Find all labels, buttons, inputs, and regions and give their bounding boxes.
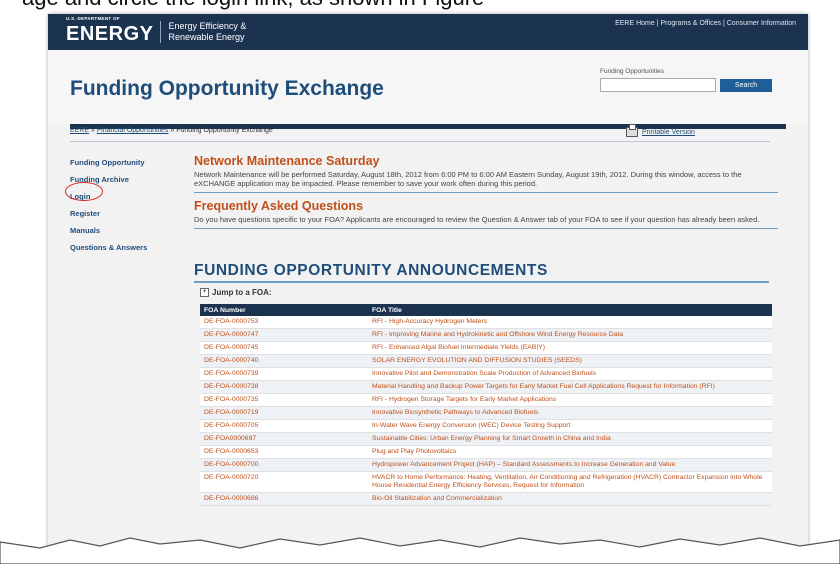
table-header-row: FOA Number FOA Title (200, 304, 772, 316)
table-row: DE-FOA0000697 Sustainable Cities: Urban E… (200, 432, 772, 446)
foa-title-link[interactable]: Material Handling and Backup Power Targe… (368, 380, 772, 394)
eere-wordmark: Energy Efficiency & Renewable Energy (168, 21, 246, 43)
foa-number-link[interactable]: DE-FOA-0000686 (200, 492, 368, 506)
faq-title: Frequently Asked Questions (194, 199, 364, 213)
foa-number-link[interactable]: DE-FOA-0000719 (200, 406, 368, 420)
col-foa-number: FOA Number (200, 304, 368, 316)
table-row: DE-FOA-0000745 RFI - Enhanced Algal Biofu… (200, 341, 772, 355)
foa-title-link[interactable]: RFI - Enhanced Algal Biofuel Intermediat… (368, 341, 772, 355)
foa-title-link[interactable]: Sustainable Cities: Urban Energy Plannin… (368, 432, 772, 446)
table-row: DE-FOA-0000700 Hydropower Advancement Pro… (200, 458, 772, 472)
foa-number-link[interactable]: DE-FOA-0000739 (200, 367, 368, 381)
foa-title-link[interactable]: In-Water Wave Energy Conversion (WEC) De… (368, 419, 772, 433)
breadcrumb: EERE » Financial Opportunities » Funding… (70, 127, 273, 134)
sidebar-item-register[interactable]: Register (70, 205, 180, 222)
search-label: Funding Opportunities (600, 68, 664, 75)
foa-title-link[interactable]: RFI - High-Accuracy Hydrogen Meters (368, 316, 772, 329)
foa-title-link[interactable]: RFI - Improving Marine and Hydrokinetic … (368, 328, 772, 342)
foa-number-link[interactable]: DE-FOA-0000720 (200, 471, 368, 493)
header-bar: U.S. DEPARTMENT OF ENERGY Energy Efficie… (48, 14, 808, 50)
logo-main-text: ENERGY (66, 22, 154, 45)
jump-label: Jump to a FOA: (212, 288, 272, 297)
breadcrumb-sep: » (89, 127, 97, 134)
top-links[interactable]: EERE Home | Programs & Offices | Consume… (615, 20, 796, 27)
jump-to-foa[interactable]: + Jump to a FOA: (200, 288, 272, 297)
foa-heading: FUNDING OPPORTUNITY ANNOUNCEMENTS (194, 262, 548, 279)
foa-number-link[interactable]: DE-FOA-0000745 (200, 341, 368, 355)
col-foa-title: FOA Title (368, 304, 772, 316)
top-links-text[interactable]: EERE Home | Programs & Offices | Consume… (615, 20, 796, 27)
printable-version-link[interactable]: Printable Version (626, 124, 695, 137)
caption-label: age and circle the login link, as shown … (22, 0, 484, 10)
doe-logo[interactable]: U.S. DEPARTMENT OF ENERGY Energy Efficie… (66, 15, 246, 46)
table-row: DE-FOA-0000739 Innovative Pilot and Demon… (200, 367, 772, 381)
notice-title: Network Maintenance Saturday (194, 154, 380, 168)
sidebar-item-funding-opportunity[interactable]: Funding Opportunity (70, 154, 180, 171)
notice-text: Network Maintenance will be performed Sa… (194, 170, 742, 188)
faq-text: Do you have questions specific to your F… (194, 215, 760, 224)
breadcrumb-current: Funding Opportunity Exchange (176, 127, 273, 134)
logo-sub2: Renewable Energy (168, 32, 245, 42)
breadcrumb-financial-link[interactable]: Financial Opportunities (97, 127, 169, 134)
page-title: Funding Opportunity Exchange (70, 77, 384, 100)
printer-icon (626, 124, 638, 137)
sidebar: Funding Opportunity Funding Archive Logi… (65, 154, 180, 256)
foa-title-link[interactable]: RFI - Hydrogen Storage Targets for Early… (368, 393, 772, 407)
foa-title-link[interactable]: Bio-Oil Stabilization and Commercializat… (368, 492, 772, 506)
notice-rule (194, 192, 778, 193)
table-row: DE-FOA-0000653 Plug and Play Photovoltaic… (200, 445, 772, 459)
foa-number-link[interactable]: DE-FOA-0000747 (200, 328, 368, 342)
energy-wordmark: U.S. DEPARTMENT OF ENERGY (66, 15, 154, 46)
foa-number-link[interactable]: DE-FOA-0000753 (200, 316, 368, 329)
table-row: DE-FOA-0000747 RFI - Improving Marine and… (200, 328, 772, 342)
foa-number-link[interactable]: DE-FOA-0000738 (200, 380, 368, 394)
foa-title-link[interactable]: HVACR to Home Performance: Heating, Vent… (368, 471, 772, 493)
main-content: Network Maintenance Saturday Network Mai… (194, 154, 778, 235)
foa-table: FOA Number FOA Title DE-FOA-0000753 RFI -… (200, 304, 772, 506)
foa-title-link[interactable]: Plug and Play Photovoltaics (368, 445, 772, 459)
logo-sub1: Energy Efficiency & (168, 21, 247, 31)
sidebar-item-questions-answers[interactable]: Questions & Answers (70, 239, 180, 256)
logo-divider (160, 21, 162, 43)
table-row: DE-FOA-0000686 Bio-Oil Stabilization and … (200, 492, 772, 506)
torn-edge (0, 537, 840, 564)
foa-rule (194, 281, 769, 283)
search-input[interactable] (600, 78, 716, 92)
foa-title-link[interactable]: Innovative Biosynthetic Pathways to Adva… (368, 406, 772, 420)
expand-icon[interactable]: + (200, 288, 209, 297)
foa-title-link[interactable]: SOLAR ENERGY EVOLUTION AND DIFFUSION STU… (368, 354, 772, 368)
browser-page: U.S. DEPARTMENT OF ENERGY Energy Efficie… (48, 14, 808, 554)
table-row: DE-FOA-0000735 RFI - Hydrogen Storage Tar… (200, 393, 772, 407)
foa-number-link[interactable]: DE-FOA-0000700 (200, 458, 368, 472)
foa-title-link[interactable]: Hydropower Advancement Project (HAP) – S… (368, 458, 772, 472)
table-row: DE-FOA-0000705 In-Water Wave Energy Conve… (200, 419, 772, 433)
foa-number-link[interactable]: DE-FOA-0000735 (200, 393, 368, 407)
breadcrumb-eere-link[interactable]: EERE (70, 127, 89, 134)
table-row: DE-FOA-0000753 RFI - High-Accuracy Hydrog… (200, 316, 772, 329)
table-row: DE-FOA-0000740 SOLAR ENERGY EVOLUTION AND… (200, 354, 772, 368)
title-area: Funding Opportunity Exchange Funding Opp… (48, 50, 808, 124)
table-row: DE-FOA-0000720 HVACR to Home Performance:… (200, 471, 772, 493)
table-row: DE-FOA-0000738 Material Handling and Back… (200, 380, 772, 394)
table-row: DE-FOA-0000719 Innovative Biosynthetic Pa… (200, 406, 772, 420)
foa-title-link[interactable]: Innovative Pilot and Demonstration Scale… (368, 367, 772, 381)
faq-rule (194, 228, 778, 229)
printable-label[interactable]: Printable Version (642, 129, 695, 136)
foa-number-link[interactable]: DE-FOA-0000705 (200, 419, 368, 433)
foa-number-link[interactable]: DE-FOA-0000740 (200, 354, 368, 368)
foa-number-link[interactable]: DE-FOA0000697 (200, 432, 368, 446)
sidebar-item-manuals[interactable]: Manuals (70, 222, 180, 239)
breadcrumb-rule (70, 141, 770, 142)
foa-number-link[interactable]: DE-FOA-0000653 (200, 445, 368, 459)
login-highlight-circle (65, 182, 103, 201)
logo-top-text: U.S. DEPARTMENT OF (66, 15, 120, 21)
search-button[interactable]: Search (720, 79, 772, 92)
caption-text: age and circle the login link, as shown … (0, 0, 840, 14)
